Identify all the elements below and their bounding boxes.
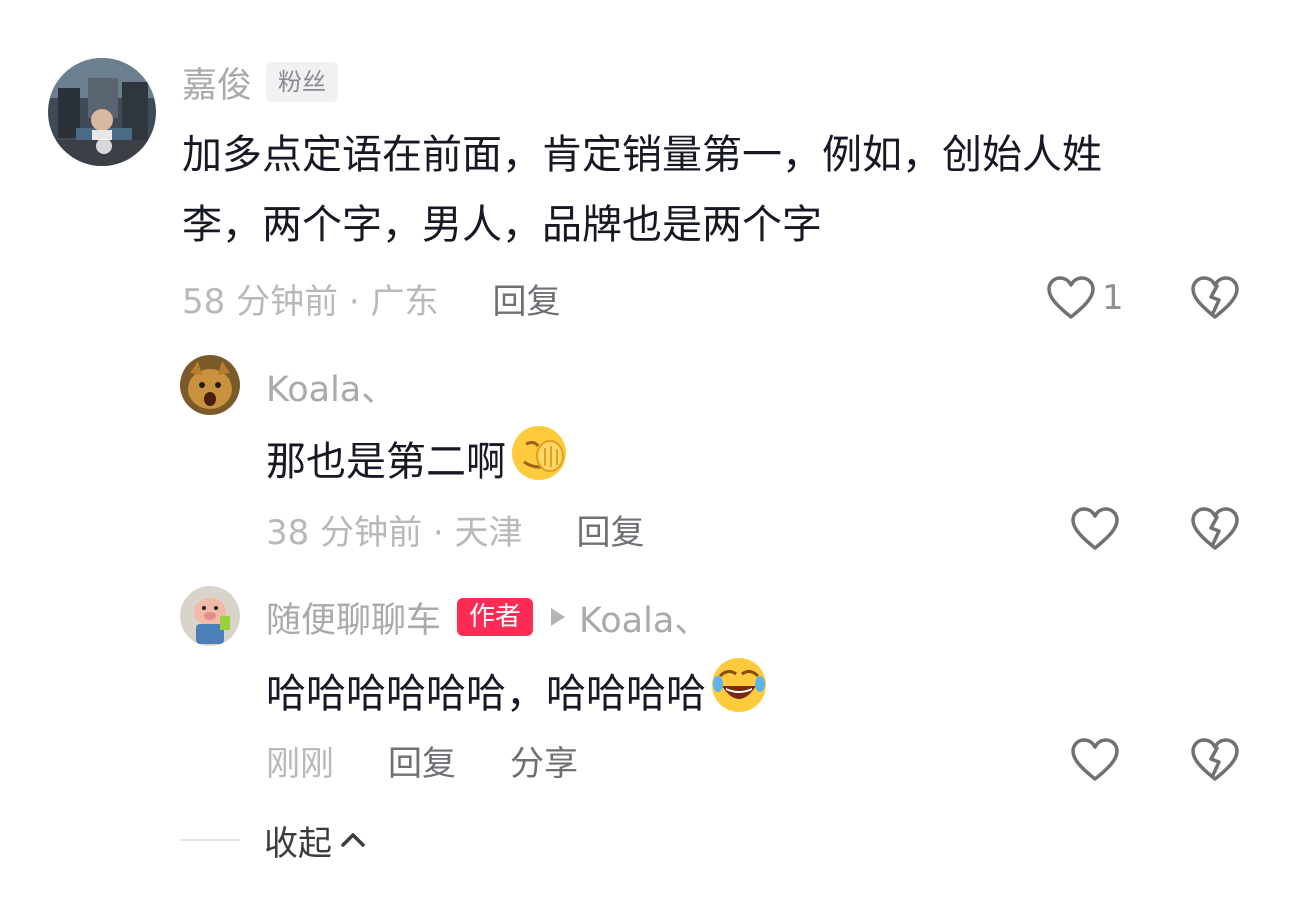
like-button[interactable]: 1 [1046,274,1124,322]
collapse-label: 收起 [264,823,332,864]
collapse-replies-button[interactable]: 收起 [180,818,368,864]
avatar[interactable] [180,355,240,415]
comment-meta: 38 分钟前 · 天津 [266,512,523,553]
comment-author[interactable]: 嘉俊 [182,57,252,108]
heart-icon [1071,507,1119,550]
chevron-up-icon [341,833,365,847]
comment-author[interactable]: 随便聊聊车 [266,592,441,643]
heart-icon [1047,276,1095,319]
reply-button[interactable]: 回复 [388,736,456,785]
like-button[interactable] [1070,736,1120,784]
comment-text: 哈哈哈哈哈哈，哈哈哈哈 [266,671,706,717]
dislike-button[interactable] [1190,505,1240,553]
broken-heart-icon [1191,276,1239,319]
face-palm-emoji [508,422,570,506]
broken-heart-icon [1191,738,1239,781]
comment-text-line: 李，两个字，男人，品牌也是两个字 [182,202,822,248]
reply-target[interactable]: Koala、 [579,592,709,643]
like-button[interactable] [1070,505,1120,553]
comment-text-line: 加多点定语在前面，肯定销量第一，例如，创始人姓 [182,132,1102,178]
comment-text: 那也是第二啊 [266,439,506,485]
broken-heart-icon [1191,507,1239,550]
divider-line [180,839,240,841]
fan-badge: 粉丝 [266,62,339,102]
rolling-laughing-emoji [708,654,770,738]
comment-meta: 刚刚 [266,743,334,784]
reply-button[interactable]: 回复 [577,505,645,554]
comment-author[interactable]: Koala、 [266,361,396,412]
author-badge: 作者 [457,598,534,636]
comment-meta: 58 分钟前 · 广东 [182,281,439,322]
reply-arrow-icon [551,608,566,626]
dislike-button[interactable] [1190,736,1240,784]
dislike-button[interactable] [1190,274,1240,322]
like-count: 1 [1102,278,1124,318]
share-button[interactable]: 分享 [510,736,578,785]
avatar[interactable] [180,586,240,646]
heart-icon [1071,738,1119,781]
avatar[interactable] [48,58,156,166]
reply-button[interactable]: 回复 [493,274,561,323]
